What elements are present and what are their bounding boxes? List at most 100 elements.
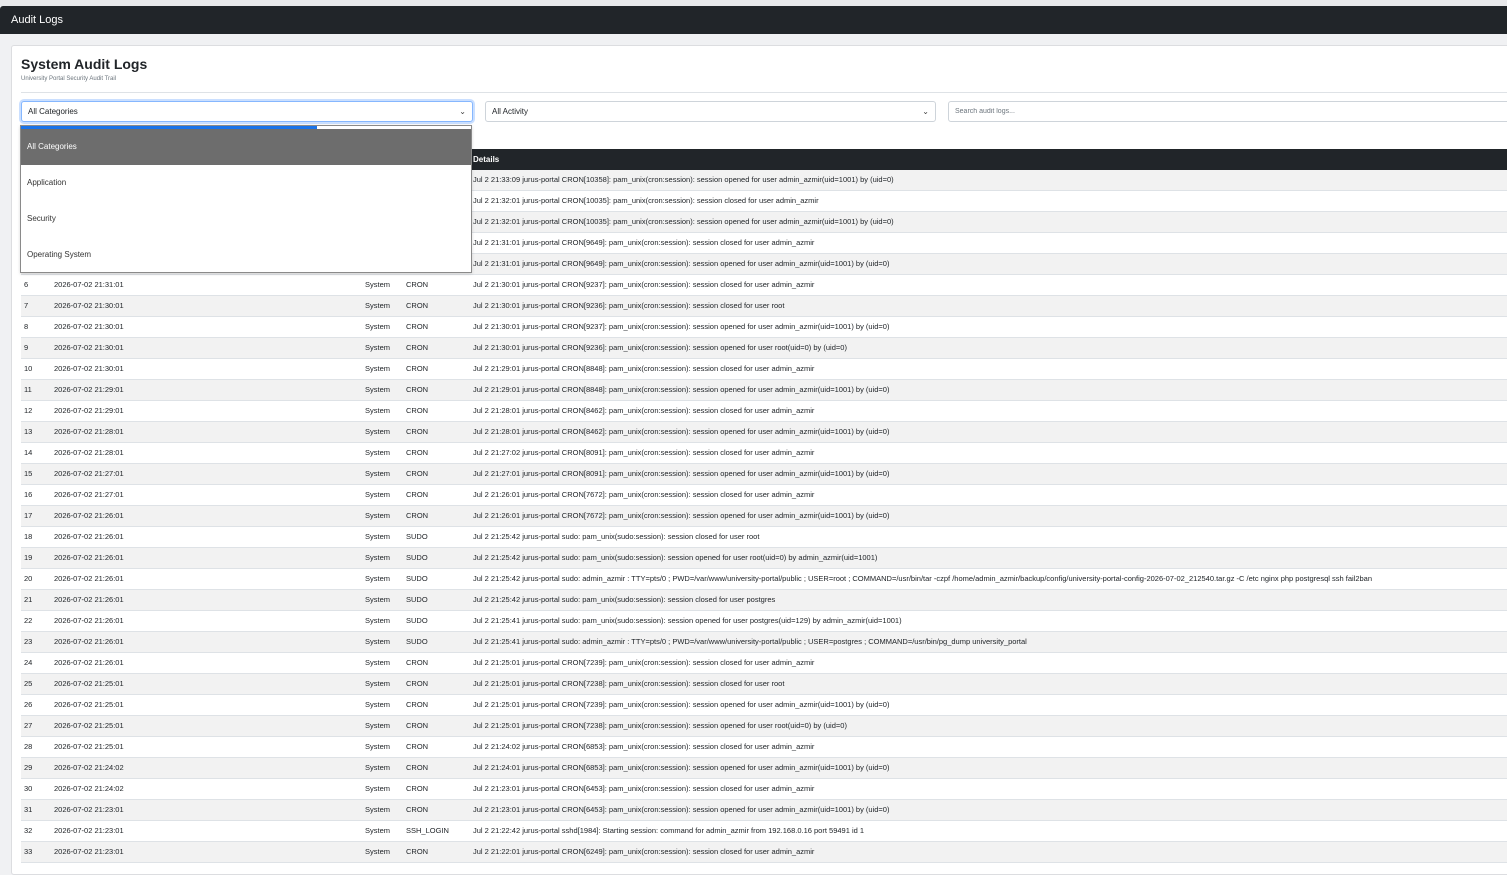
row-timestamp: 2026-07-02 21:28:01 [54,427,124,436]
row-details: Jul 2 21:23:01 jurus-portal CRON[6453]: … [473,784,815,793]
row-number: 19 [24,553,33,562]
dropdown-option-security[interactable]: Security [21,201,471,237]
row-category: System [365,658,391,667]
row-timestamp: 2026-07-02 21:31:01 [54,280,124,289]
category-select[interactable]: All Categories ⌄ [21,101,473,122]
row-timestamp: 2026-07-02 21:24:02 [54,763,124,772]
row-number: 27 [24,721,33,730]
row-activity: CRON [406,343,429,352]
table-row: 11 2026-07-02 21:29:01 System CRON Jul 2 21:… [21,380,1507,401]
dropdown-option-operating-system[interactable]: Operating System [21,237,471,273]
table-row: 9 2026-07-02 21:30:01 System CRON Jul 2 21:3… [21,338,1507,359]
row-details: Jul 2 21:28:01 jurus-portal CRON[8462]: … [473,427,890,436]
row-timestamp: 2026-07-02 21:30:01 [54,322,124,331]
row-category: System [365,595,391,604]
table-row: 24 2026-07-02 21:26:01 System CRON Jul 2 21:… [21,653,1507,674]
row-timestamp: 2026-07-02 21:27:01 [54,469,124,478]
table-row: 29 2026-07-02 21:24:02 System CRON Jul 2 21:… [21,758,1507,779]
row-number: 28 [24,742,33,751]
row-category: System [365,469,391,478]
row-timestamp: 2026-07-02 21:26:01 [54,553,124,562]
table-row: 32 2026-07-02 21:23:01 System SSH_LOGIN Jul … [21,821,1507,842]
row-category: System [365,553,391,562]
row-number: 14 [24,448,33,457]
row-details: Jul 2 21:23:01 jurus-portal CRON[6453]: … [473,805,890,814]
column-header-details: Details [473,155,500,164]
row-timestamp: 2026-07-02 21:23:01 [54,826,124,835]
row-timestamp: 2026-07-02 21:26:01 [54,658,124,667]
table-row: 21 2026-07-02 21:26:01 System SUDO Jul 2 21:… [21,590,1507,611]
row-activity: CRON [406,742,429,751]
row-activity: CRON [406,700,429,709]
row-activity: SUDO [406,616,428,625]
row-details: Jul 2 21:25:42 jurus-portal sudo: pam_un… [473,595,776,604]
row-timestamp: 2026-07-02 21:25:01 [54,742,124,751]
table-row: 17 2026-07-02 21:26:01 System CRON Jul 2 21:… [21,506,1507,527]
row-activity: CRON [406,364,429,373]
table-row: 7 2026-07-02 21:30:01 System CRON Jul 2 21:3… [21,296,1507,317]
dropdown-option-all-categories[interactable]: All Categories [21,129,471,165]
row-details: Jul 2 21:32:01 jurus-portal CRON[10035]:… [473,196,819,205]
row-details: Jul 2 21:30:01 jurus-portal CRON[9236]: … [473,301,785,310]
row-number: 17 [24,511,33,520]
table-row: 27 2026-07-02 21:25:01 System CRON Jul 2 21:… [21,716,1507,737]
row-activity: SSH_LOGIN [406,826,449,835]
row-timestamp: 2026-07-02 21:26:01 [54,637,124,646]
row-details: Jul 2 21:25:41 jurus-portal sudo: pam_un… [473,616,902,625]
row-activity: CRON [406,469,429,478]
row-number: 11 [24,385,32,394]
row-activity: CRON [406,658,429,667]
row-category: System [365,721,391,730]
row-number: 8 [24,322,29,331]
row-category: System [365,847,391,856]
row-timestamp: 2026-07-02 21:24:02 [54,784,124,793]
row-details: Jul 2 21:25:01 jurus-portal CRON[7239]: … [473,658,815,667]
table-row: 12 2026-07-02 21:29:01 System CRON Jul 2 21:… [21,401,1507,422]
row-number: 32 [24,826,33,835]
activity-select[interactable]: All Activity ⌄ [485,101,936,122]
row-timestamp: 2026-07-02 21:28:01 [54,448,124,457]
row-activity: CRON [406,511,429,520]
row-details: Jul 2 21:24:02 jurus-portal CRON[6853]: … [473,742,815,751]
page-subtitle: University Portal Security Audit Trail [21,76,117,82]
row-timestamp: 2026-07-02 21:26:01 [54,574,124,583]
row-details: Jul 2 21:25:42 jurus-portal sudo: pam_un… [473,532,760,541]
chevron-down-icon: ⌄ [459,107,466,116]
row-activity: SUDO [406,595,428,604]
table-row: 13 2026-07-02 21:28:01 System CRON Jul 2 21:… [21,422,1507,443]
row-details: Jul 2 21:22:01 jurus-portal CRON[6249]: … [473,847,815,856]
row-activity: CRON [406,301,429,310]
row-details: Jul 2 21:26:01 jurus-portal CRON[7672]: … [473,490,815,499]
row-number: 30 [24,784,33,793]
row-timestamp: 2026-07-02 21:25:01 [54,721,124,730]
row-number: 21 [24,595,33,604]
table-row: 31 2026-07-02 21:23:01 System CRON Jul 2 21:… [21,800,1507,821]
row-activity: CRON [406,490,429,499]
dropdown-option-application[interactable]: Application [21,165,471,201]
row-timestamp: 2026-07-02 21:23:01 [54,805,124,814]
table-row: 15 2026-07-02 21:27:01 System CRON Jul 2 21:… [21,464,1507,485]
header-divider [21,92,1507,93]
search-input[interactable] [948,101,1507,122]
table-row: 22 2026-07-02 21:26:01 System SUDO Jul 2 21:… [21,611,1507,632]
row-category: System [365,805,391,814]
row-details: Jul 2 21:28:01 jurus-portal CRON[8462]: … [473,406,815,415]
category-dropdown-menu: All Categories Application Security Oper… [20,125,472,273]
row-activity: SUDO [406,574,428,583]
row-details: Jul 2 21:33:09 jurus-portal CRON[10358]:… [473,175,894,184]
row-number: 22 [24,616,33,625]
row-activity: CRON [406,847,429,856]
row-details: Jul 2 21:29:01 jurus-portal CRON[8848]: … [473,385,890,394]
row-activity: CRON [406,448,429,457]
activity-select-value: All Activity [492,107,529,116]
row-activity: CRON [406,322,429,331]
row-timestamp: 2026-07-02 21:25:01 [54,700,124,709]
row-activity: CRON [406,721,429,730]
row-number: 15 [24,469,33,478]
row-category: System [365,637,391,646]
row-activity: CRON [406,385,429,394]
row-details: Jul 2 21:27:01 jurus-portal CRON[8091]: … [473,469,890,478]
row-details: Jul 2 21:25:41 jurus-portal sudo: admin_… [473,637,1027,646]
row-category: System [365,427,391,436]
row-category: System [365,700,391,709]
